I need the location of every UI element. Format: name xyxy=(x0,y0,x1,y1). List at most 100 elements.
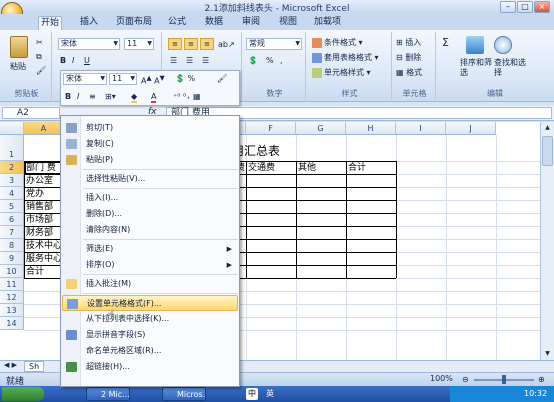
sort-filter-button[interactable]: 排序和筛选 xyxy=(460,58,492,77)
column-header-f[interactable]: F xyxy=(246,122,296,135)
underline-button[interactable]: U xyxy=(84,54,90,67)
sheet-nav-icon[interactable]: ◀ ▶ xyxy=(4,361,17,369)
column-header-i[interactable]: I xyxy=(396,122,446,135)
paste-button[interactable]: 粘贴 xyxy=(10,60,26,73)
menu-item-12[interactable]: 从下拉列表中选择(K)... xyxy=(62,311,238,327)
taskbar-item-1[interactable]: 2 Mic... xyxy=(86,387,130,401)
column-header-a[interactable]: A xyxy=(24,122,64,135)
scroll-down-icon[interactable]: ▼ xyxy=(542,350,553,360)
copy-icon[interactable]: ⧉ xyxy=(36,50,42,63)
mini-format-painter-icon[interactable]: 🖌 xyxy=(217,72,227,85)
tab-addins[interactable]: 加载项 xyxy=(312,16,343,30)
tab-data[interactable]: 数据 xyxy=(203,16,225,30)
row-header-10[interactable]: 10 xyxy=(0,265,24,278)
menu-item-2[interactable]: 复制(C) xyxy=(62,136,238,152)
italic-button[interactable]: I xyxy=(72,54,74,67)
column-header-j[interactable]: J xyxy=(446,122,496,135)
mini-align-icon[interactable]: ≡ xyxy=(89,90,96,103)
row-header-9[interactable]: 9 xyxy=(0,252,24,265)
menu-item-7[interactable]: 清除内容(N) xyxy=(62,222,238,238)
currency-icon[interactable]: 💲 xyxy=(248,54,258,67)
menu-item-10[interactable]: 插入批注(M) xyxy=(62,276,238,292)
ime-mode[interactable]: 英 xyxy=(266,388,274,399)
find-select-button[interactable]: 查找和选择 xyxy=(494,58,526,77)
tab-review[interactable]: 审阅 xyxy=(240,16,262,30)
insert-cells-button[interactable]: ⊞ 插入 xyxy=(396,36,421,49)
menu-item-14[interactable]: 命名单元格区域(R)... xyxy=(62,343,238,359)
align-middle-icon[interactable]: ≡ xyxy=(184,38,198,50)
menu-item-8[interactable]: 筛选(E) ▶ xyxy=(62,241,238,257)
zoom-slider-thumb[interactable] xyxy=(502,375,506,384)
tab-page-layout[interactable]: 页面布局 xyxy=(114,16,154,30)
align-center-icon[interactable]: ☰ xyxy=(186,54,193,67)
maximize-button[interactable]: □ xyxy=(517,1,533,13)
column-header-g[interactable]: G xyxy=(296,122,346,135)
format-cells-button[interactable]: ▦ 格式 xyxy=(396,66,422,79)
menu-item-11[interactable]: 设置单元格格式(F)... xyxy=(62,295,238,311)
row-header-5[interactable]: 5 xyxy=(0,200,24,213)
mini-italic-button[interactable]: I xyxy=(77,90,79,103)
menu-item-5[interactable]: 插入(I)... xyxy=(62,190,238,206)
tab-insert[interactable]: 插入 xyxy=(78,16,100,30)
menu-item-1[interactable]: 剪切(T) xyxy=(62,120,238,136)
bold-button[interactable]: B xyxy=(60,54,66,67)
align-bottom-icon[interactable]: ≡ xyxy=(200,38,214,50)
menu-item-6[interactable]: 删除(D)... xyxy=(62,206,238,222)
grow-font-icon[interactable]: A▲ A▼ xyxy=(141,72,165,86)
cut-icon[interactable]: ✂ xyxy=(36,36,43,49)
start-button[interactable] xyxy=(2,387,44,401)
row-header-11[interactable]: 11 xyxy=(0,278,24,291)
taskbar-item-2[interactable]: Micros... xyxy=(162,387,206,401)
row-header-13[interactable]: 13 xyxy=(0,304,24,317)
paste-icon[interactable] xyxy=(10,36,28,58)
scroll-thumb[interactable] xyxy=(542,136,553,166)
tab-view[interactable]: 视图 xyxy=(277,16,299,30)
row-header-14[interactable]: 14 xyxy=(0,317,24,330)
column-header-h[interactable]: H xyxy=(346,122,396,135)
font-size-combo[interactable]: 11 ▼ xyxy=(124,38,154,50)
sheet-tab[interactable]: Sh xyxy=(24,361,45,372)
language-indicator[interactable]: 中 xyxy=(246,388,258,400)
comma-icon[interactable]: , xyxy=(280,54,283,67)
mini-decimal-icon[interactable]: ⁺⁰ ⁰₊ ▦ xyxy=(173,90,201,103)
mini-border-icon[interactable]: ⊞▾ xyxy=(105,90,116,103)
zoom-level[interactable]: 100% xyxy=(430,374,453,383)
menu-item-13[interactable]: 显示拼音字段(S) xyxy=(62,327,238,343)
find-select-icon[interactable] xyxy=(494,36,512,54)
percent-icon[interactable]: % xyxy=(266,54,274,67)
menu-item-3[interactable]: 粘贴(P) xyxy=(62,152,238,168)
table-format-button[interactable]: 套用表格格式 ▾ xyxy=(312,51,379,64)
font-name-combo[interactable]: 宋体 ▼ xyxy=(58,38,120,50)
mini-font-color-icon[interactable]: A xyxy=(151,90,157,103)
align-right-icon[interactable]: ☰ xyxy=(202,54,209,67)
format-painter-icon[interactable]: 🖌 xyxy=(36,64,46,77)
cell-styles-button[interactable]: 单元格样式 ▾ xyxy=(312,66,371,79)
row-header-6[interactable]: 6 xyxy=(0,213,24,226)
menu-item-9[interactable]: 排序(O) ▶ xyxy=(62,257,238,273)
row-header-12[interactable]: 12 xyxy=(0,291,24,304)
tab-home[interactable]: 开始 xyxy=(38,16,63,30)
row-header-3[interactable]: 3 xyxy=(0,174,24,187)
name-box[interactable]: A2 xyxy=(2,107,60,119)
conditional-format-button[interactable]: 条件格式 ▾ xyxy=(312,36,363,49)
align-top-icon[interactable]: ≡ xyxy=(168,38,182,50)
zoom-out-icon[interactable]: ⊖ xyxy=(462,375,469,384)
sum-icon[interactable]: Σ xyxy=(442,36,449,49)
mini-currency-icon[interactable]: 💲 % xyxy=(175,72,195,85)
delete-cells-button[interactable]: ⊟ 删除 xyxy=(396,51,421,64)
row-header-2[interactable]: 2 xyxy=(0,161,24,174)
row-header-4[interactable]: 4 xyxy=(0,187,24,200)
row-header-8[interactable]: 8 xyxy=(0,239,24,252)
mini-fill-color-icon[interactable]: ◆ xyxy=(131,90,138,103)
align-left-icon[interactable]: ☰ xyxy=(170,54,177,67)
sort-filter-icon[interactable] xyxy=(466,36,484,54)
menu-item-4[interactable]: 选择性粘贴(V)... xyxy=(62,171,238,187)
mini-font-size[interactable]: 11 ▼ xyxy=(109,73,137,85)
menu-item-15[interactable]: 超链接(H)... xyxy=(62,359,238,375)
row-header-1[interactable]: 1 xyxy=(0,135,24,161)
minimize-button[interactable]: – xyxy=(500,1,516,13)
close-button[interactable]: × xyxy=(534,1,550,13)
mini-bold-button[interactable]: B xyxy=(65,90,71,103)
scroll-up-icon[interactable]: ▲ xyxy=(542,124,553,134)
orientation-icon[interactable]: ab↗ xyxy=(218,38,235,51)
